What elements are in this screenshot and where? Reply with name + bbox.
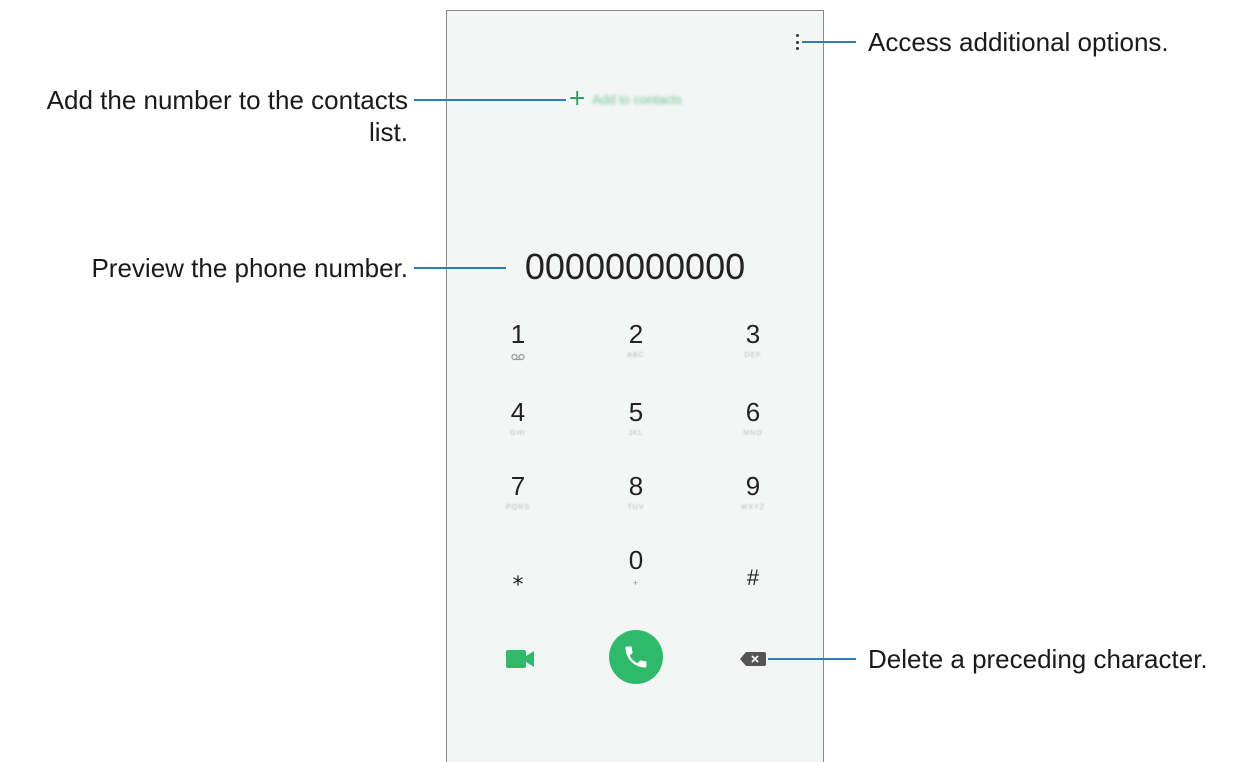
keypad-key-1[interactable]: 1 xyxy=(478,320,558,366)
key-digit: 9 xyxy=(745,471,761,501)
keypad-key-hash[interactable]: # xyxy=(713,564,793,592)
key-letters: MNO xyxy=(743,430,763,437)
key-digit: # xyxy=(746,565,760,590)
keypad-key-3[interactable]: 3 DEF xyxy=(713,320,793,360)
callout-line-delete xyxy=(768,658,856,660)
callout-delete: Delete a preceding character. xyxy=(868,644,1208,674)
keypad-key-0[interactable]: 0 + xyxy=(596,545,676,588)
key-letters: PQRS xyxy=(506,504,530,511)
keypad-key-7[interactable]: 7 PQRS xyxy=(478,472,558,512)
add-to-contacts-label: Add to contacts xyxy=(592,91,683,107)
key-letters: WXYZ xyxy=(740,504,766,511)
key-digit: 6 xyxy=(745,397,761,427)
key-letters: ABC xyxy=(627,352,645,359)
call-button[interactable] xyxy=(609,630,663,684)
keypad-key-9[interactable]: 9 WXYZ xyxy=(713,472,793,512)
key-digit: 5 xyxy=(628,397,644,427)
key-digit: 8 xyxy=(628,471,644,501)
more-options-icon[interactable] xyxy=(794,34,800,50)
keypad-key-8[interactable]: 8 TUV xyxy=(596,472,676,512)
callout-line-options xyxy=(802,41,856,43)
key-letters: JKL xyxy=(628,430,644,437)
key-digit: 2 xyxy=(628,319,644,349)
dialer-illustration: + Add to contacts 00000000000 1 2 ABC 3 … xyxy=(0,0,1239,762)
keypad-key-star[interactable]: ⁎ xyxy=(478,564,558,592)
voicemail-icon xyxy=(511,353,525,361)
key-digit: 4 xyxy=(510,397,526,427)
video-call-icon[interactable] xyxy=(505,648,535,670)
key-letters: + xyxy=(632,578,640,588)
callout-add-contacts: Add the number to the contacts list. xyxy=(46,85,408,147)
phone-icon xyxy=(625,646,647,668)
keypad-key-4[interactable]: 4 GHI xyxy=(478,398,558,438)
key-letters: DEF xyxy=(744,352,762,359)
keypad-key-6[interactable]: 6 MNO xyxy=(713,398,793,438)
key-digit: ⁎ xyxy=(512,565,524,590)
callout-line-add-contacts xyxy=(414,99,566,101)
backspace-icon[interactable] xyxy=(740,652,766,666)
plus-icon: + xyxy=(568,86,587,111)
add-to-contacts-button[interactable]: + Add to contacts xyxy=(568,86,682,112)
key-digit: 3 xyxy=(745,319,761,349)
key-digit: 1 xyxy=(510,319,526,349)
key-digit: 0 xyxy=(628,545,644,575)
keypad-key-5[interactable]: 5 JKL xyxy=(596,398,676,438)
keypad-key-2[interactable]: 2 ABC xyxy=(596,320,676,360)
key-digit: 7 xyxy=(510,471,526,501)
callout-options: Access additional options. xyxy=(868,27,1169,57)
key-letters: TUV xyxy=(627,504,645,511)
callout-preview: Preview the phone number. xyxy=(91,253,408,283)
callout-line-preview xyxy=(414,267,506,269)
key-letters: GHI xyxy=(510,430,526,437)
